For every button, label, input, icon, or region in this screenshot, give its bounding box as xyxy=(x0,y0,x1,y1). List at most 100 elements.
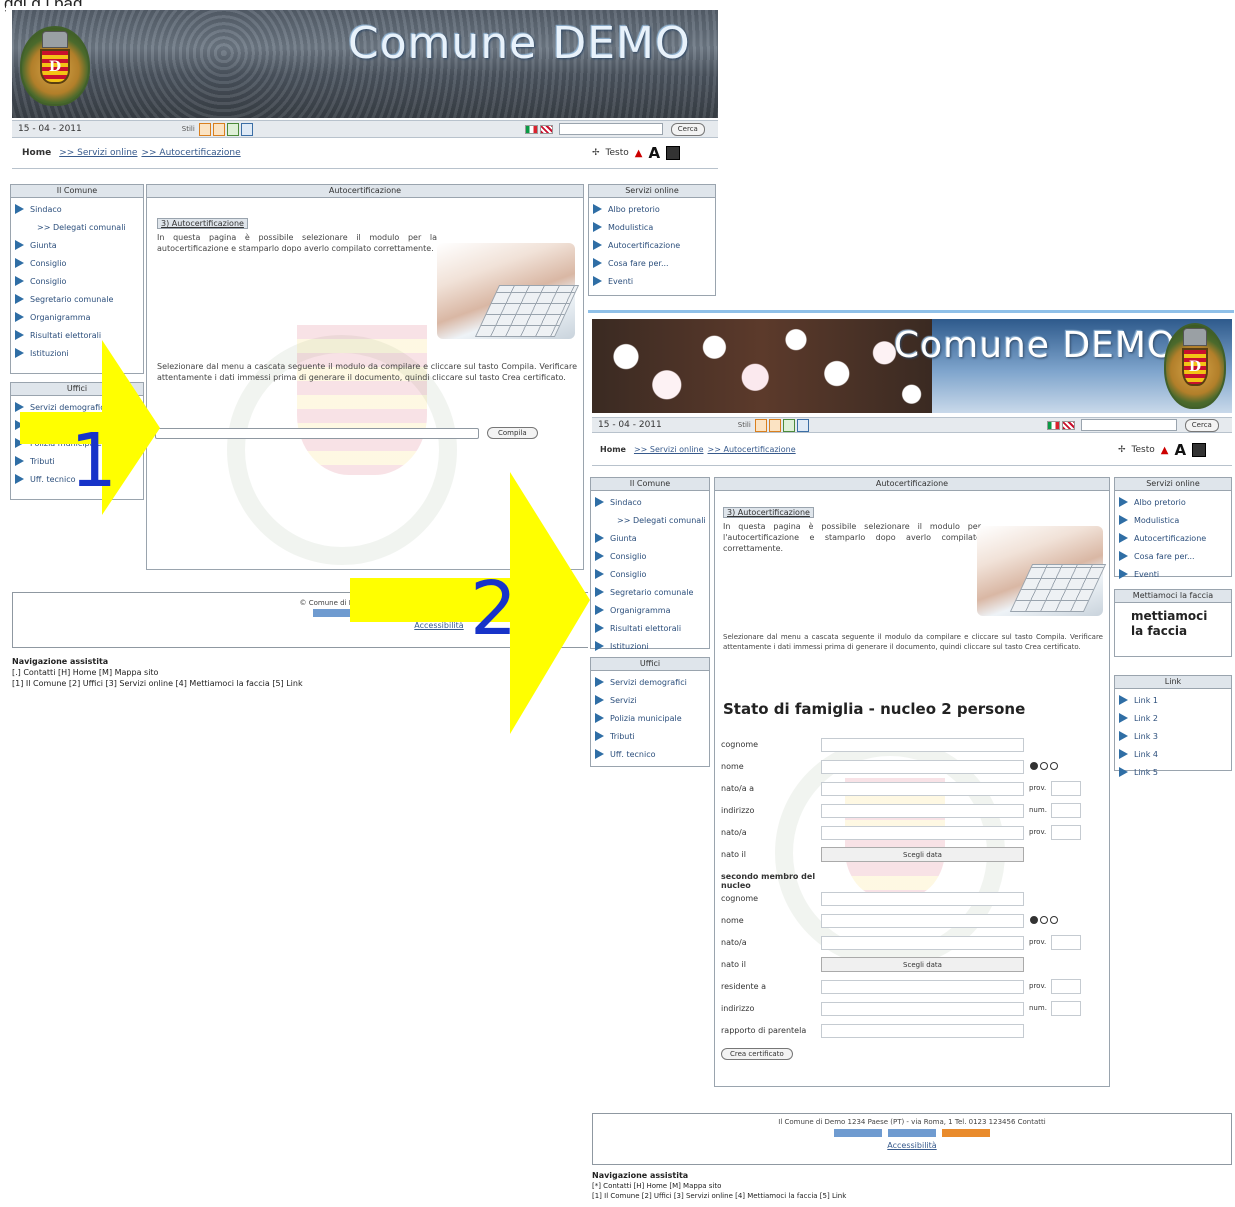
menu-item[interactable]: Risultati elettorali xyxy=(591,619,709,637)
promo-logo[interactable]: mettiamoci la faccia xyxy=(1115,603,1231,645)
search-input[interactable] xyxy=(1080,419,1177,431)
w3c-badge[interactable] xyxy=(888,1129,936,1137)
style-icon[interactable] xyxy=(782,418,795,432)
breadcrumb-item[interactable]: >> Servizi online xyxy=(59,148,137,158)
calendar-button[interactable]: Scegli data xyxy=(821,847,1024,862)
text-field[interactable] xyxy=(821,1024,1024,1038)
w3c-badge[interactable] xyxy=(833,1129,882,1137)
menu-item[interactable]: Link 1 xyxy=(1115,691,1231,709)
menu-item[interactable]: Servizi xyxy=(591,691,709,709)
text-field[interactable] xyxy=(821,914,1024,928)
menu-item[interactable]: Albo pretorio xyxy=(1115,493,1231,511)
text-field[interactable] xyxy=(821,936,1024,950)
short-field[interactable] xyxy=(1051,803,1081,818)
menu-item[interactable]: Cosa fare per... xyxy=(589,254,715,272)
breadcrumb-home[interactable]: Home xyxy=(600,445,626,454)
menu-item[interactable]: Polizia municipale xyxy=(591,709,709,727)
style-icon[interactable] xyxy=(768,418,781,432)
menu-item[interactable]: Sindaco xyxy=(591,493,709,511)
increase-text-icon[interactable]: A xyxy=(1174,441,1186,459)
menu-item[interactable]: Segretario comunale xyxy=(591,583,709,601)
menu-item[interactable]: Link 3 xyxy=(1115,727,1231,745)
decrease-text-icon[interactable]: ▲ xyxy=(635,148,643,159)
compila-button[interactable]: Compila xyxy=(487,427,538,439)
radio-button[interactable] xyxy=(1050,762,1058,770)
menu-item[interactable]: >> Delegati comunali xyxy=(591,511,709,529)
style-icon[interactable] xyxy=(240,122,253,136)
menu-item[interactable]: Link 5 xyxy=(1115,763,1231,781)
create-certificate-button[interactable]: Crea certificato xyxy=(721,1048,793,1060)
short-field[interactable] xyxy=(1051,1001,1081,1016)
menu-item[interactable]: Giunta xyxy=(591,529,709,547)
text-mode-icon[interactable]: ✢ xyxy=(592,148,600,158)
short-field[interactable] xyxy=(1051,825,1081,840)
english-flag-icon[interactable] xyxy=(539,124,553,134)
decrease-text-icon[interactable]: ▲ xyxy=(1161,445,1169,456)
short-field[interactable] xyxy=(1051,935,1081,950)
search-button[interactable]: Cerca xyxy=(1184,418,1219,432)
style-icon[interactable] xyxy=(212,122,225,136)
menu-item[interactable]: >> Delegati comunali xyxy=(11,218,143,236)
menu-item[interactable]: Autocertificazione xyxy=(589,236,715,254)
menu-item[interactable]: Servizi demografici xyxy=(591,673,709,691)
english-flag-icon[interactable] xyxy=(1061,420,1075,430)
menu-item[interactable]: Consiglio xyxy=(591,565,709,583)
breadcrumb-item[interactable]: >> Autocertificazione xyxy=(708,445,796,454)
radio-button[interactable] xyxy=(1040,762,1048,770)
text-field[interactable] xyxy=(821,738,1024,752)
text-field[interactable] xyxy=(821,1002,1024,1016)
menu-item[interactable]: Organigramma xyxy=(591,601,709,619)
menu-item[interactable]: Eventi xyxy=(1115,565,1231,583)
radio-button[interactable] xyxy=(1030,762,1038,770)
menu-item[interactable]: Cosa fare per... xyxy=(1115,547,1231,565)
menu-item[interactable]: Istituzioni xyxy=(591,637,709,655)
contrast-icon[interactable] xyxy=(666,146,681,160)
text-field[interactable] xyxy=(821,826,1024,840)
search-button[interactable]: Cerca xyxy=(670,122,705,136)
style-icon[interactable] xyxy=(796,418,809,432)
breadcrumb-home[interactable]: Home xyxy=(22,148,51,158)
gender-radio-group[interactable] xyxy=(1029,762,1059,770)
menu-item[interactable]: Eventi xyxy=(589,272,715,290)
text-field[interactable] xyxy=(821,760,1024,774)
radio-button[interactable] xyxy=(1040,916,1048,924)
increase-text-icon[interactable]: A xyxy=(648,144,660,162)
style-icon[interactable] xyxy=(226,122,239,136)
italian-flag-icon[interactable] xyxy=(1046,420,1060,430)
menu-item[interactable]: Tributi xyxy=(591,727,709,745)
radio-button[interactable] xyxy=(1030,916,1038,924)
text-field[interactable] xyxy=(821,980,1024,994)
menu-item[interactable]: Modulistica xyxy=(589,218,715,236)
menu-item[interactable]: Sindaco xyxy=(11,200,143,218)
menu-item[interactable]: Autocertificazione xyxy=(1115,529,1231,547)
gender-radio-group[interactable] xyxy=(1029,916,1059,924)
menu-item[interactable]: Segretario comunale xyxy=(11,290,143,308)
text-mode-icon[interactable]: ✢ xyxy=(1118,445,1126,455)
calendar-button[interactable]: Scegli data xyxy=(821,957,1024,972)
short-field[interactable] xyxy=(1051,781,1081,796)
menu-item[interactable]: Albo pretorio xyxy=(589,200,715,218)
menu-item[interactable]: Consiglio xyxy=(591,547,709,565)
menu-item[interactable]: Giunta xyxy=(11,236,143,254)
text-field[interactable] xyxy=(821,804,1024,818)
text-field[interactable] xyxy=(821,782,1024,796)
menu-item[interactable]: Modulistica xyxy=(1115,511,1231,529)
accessibility-link[interactable]: Accessibilità xyxy=(887,1141,936,1150)
menu-item[interactable]: Link 4 xyxy=(1115,745,1231,763)
menu-item[interactable]: Organigramma xyxy=(11,308,143,326)
breadcrumb-item[interactable]: >> Servizi online xyxy=(634,445,704,454)
italian-flag-icon[interactable] xyxy=(524,124,538,134)
module-select[interactable] xyxy=(155,427,479,439)
short-field[interactable] xyxy=(1051,979,1081,994)
rss-badge[interactable] xyxy=(942,1129,991,1137)
style-icon[interactable] xyxy=(754,418,767,432)
menu-item[interactable]: Consiglio xyxy=(11,272,143,290)
contrast-icon[interactable] xyxy=(1192,443,1207,457)
menu-item[interactable]: Link 2 xyxy=(1115,709,1231,727)
breadcrumb-item[interactable]: >> Autocertificazione xyxy=(141,148,240,158)
menu-item[interactable]: Uff. tecnico xyxy=(591,745,709,763)
radio-button[interactable] xyxy=(1050,916,1058,924)
text-field[interactable] xyxy=(821,892,1024,906)
style-icon[interactable] xyxy=(198,122,211,136)
menu-item[interactable]: Consiglio xyxy=(11,254,143,272)
